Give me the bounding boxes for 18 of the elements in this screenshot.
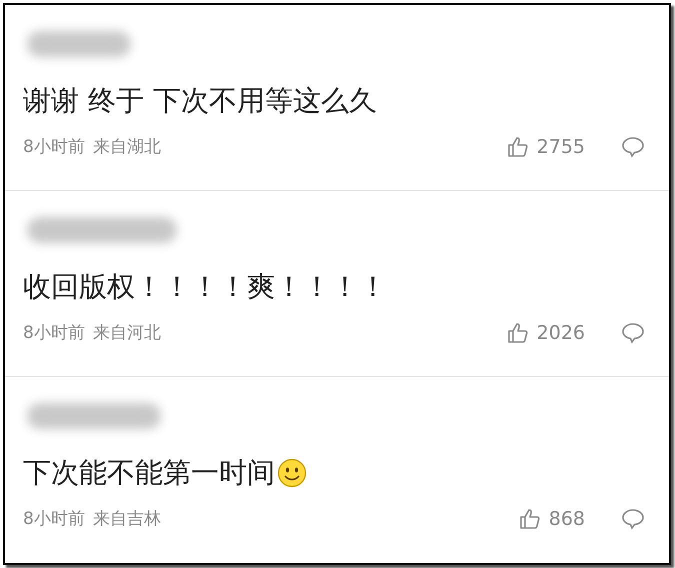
comment-text: 谢谢 终于 下次不用等这么久 (23, 83, 377, 119)
comment-location: 来自吉林 (92, 508, 161, 530)
thumbs-up-icon[interactable] (518, 508, 541, 530)
comment-location: 来自河北 (92, 322, 161, 344)
like-count: 868 (548, 508, 585, 530)
comment-icon[interactable] (621, 508, 645, 530)
thumbs-up-icon[interactable] (506, 136, 529, 158)
comment-text: 收回版权！！！！爽！！！！ (23, 269, 387, 305)
comment-time: 8小时前 (23, 322, 85, 344)
comment-time: 8小时前 (23, 508, 85, 530)
comment-location: 来自湖北 (92, 136, 161, 158)
comment-icon[interactable] (621, 136, 645, 158)
like-count: 2755 (536, 136, 585, 158)
like-count: 2026 (536, 322, 585, 344)
comment-text: 下次能不能第一时间 (23, 455, 275, 491)
comment-time: 8小时前 (23, 136, 85, 158)
thumbs-up-icon[interactable] (506, 322, 529, 344)
comment-icon[interactable] (621, 322, 645, 344)
